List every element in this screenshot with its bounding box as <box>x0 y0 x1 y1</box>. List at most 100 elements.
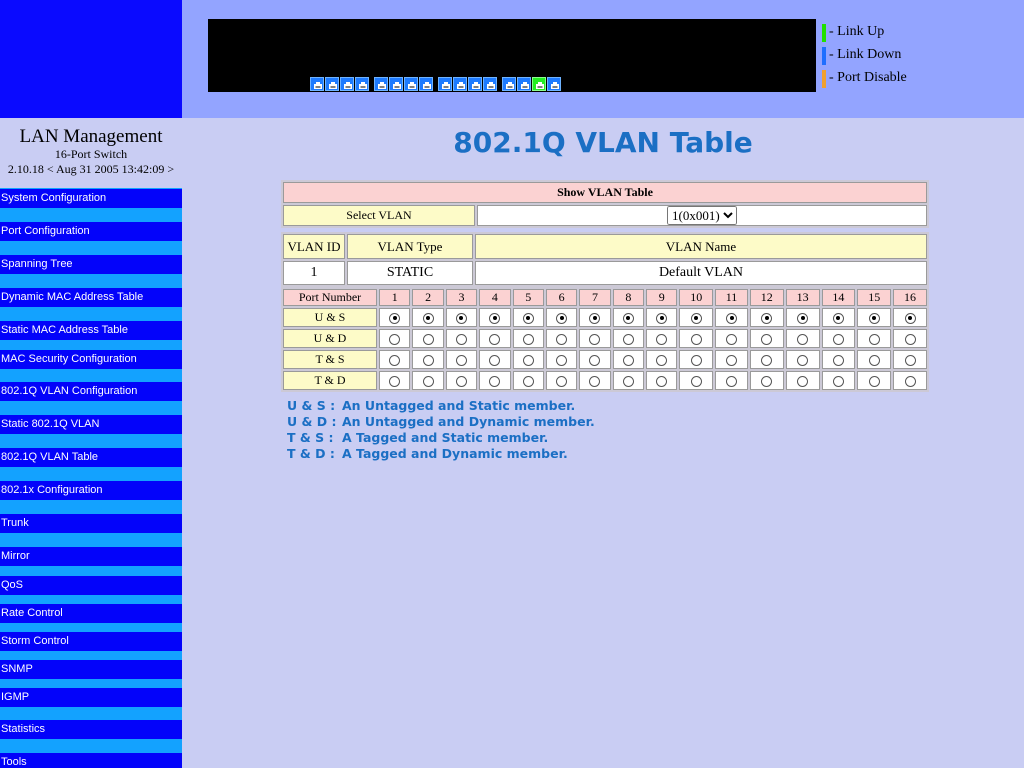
sidebar-item-tools[interactable]: Tools <box>0 753 182 768</box>
port-16-ud-radio[interactable] <box>904 333 916 345</box>
port-2-us-radio[interactable] <box>422 312 434 324</box>
port-13-ud-radio[interactable] <box>797 333 809 345</box>
port-7-td-radio[interactable] <box>589 375 601 387</box>
sidebar-item-qos[interactable]: QoS <box>0 576 182 595</box>
port-6-us-radio[interactable] <box>556 312 568 324</box>
sidebar-item-vlan-table[interactable]: 802.1Q VLAN Table <box>0 448 182 467</box>
port-13-ts-radio[interactable] <box>797 354 809 366</box>
port-15-ud-radio[interactable] <box>868 333 880 345</box>
sidebar-item-mirror[interactable]: Mirror <box>0 547 182 566</box>
port-14-icon[interactable] <box>517 77 531 91</box>
port-15-td-radio[interactable] <box>868 375 880 387</box>
port-2-ts-radio[interactable] <box>422 354 434 366</box>
port-1-ud-radio[interactable] <box>389 333 401 345</box>
port-5-us-radio[interactable] <box>522 312 534 324</box>
port-3-td-radio[interactable] <box>455 375 467 387</box>
port-13-td-radio[interactable] <box>797 375 809 387</box>
port-11-icon[interactable] <box>468 77 482 91</box>
port-8-ts-radio[interactable] <box>622 354 634 366</box>
sidebar-item-statistics[interactable]: Statistics <box>0 720 182 739</box>
sidebar-item-mac-security[interactable]: MAC Security Configuration <box>0 350 182 369</box>
port-15-ts-radio[interactable] <box>868 354 880 366</box>
port-10-icon[interactable] <box>453 77 467 91</box>
port-3-us-radio[interactable] <box>455 312 467 324</box>
port-14-ud-radio[interactable] <box>832 333 844 345</box>
port-9-ud-radio[interactable] <box>656 333 668 345</box>
port-6-ud-radio[interactable] <box>556 333 568 345</box>
port-1-icon[interactable] <box>310 77 324 91</box>
port-10-td-radio[interactable] <box>690 375 702 387</box>
port-14-us-radio[interactable] <box>832 312 844 324</box>
port-2-ud-radio[interactable] <box>422 333 434 345</box>
port-4-ud-radio[interactable] <box>489 333 501 345</box>
port-4-ts-radio[interactable] <box>489 354 501 366</box>
port-16-ts-radio[interactable] <box>904 354 916 366</box>
port-16-icon[interactable] <box>547 77 561 91</box>
sidebar-item-trunk[interactable]: Trunk <box>0 514 182 533</box>
port-12-us-radio[interactable] <box>761 312 773 324</box>
port-12-ud-radio[interactable] <box>761 333 773 345</box>
port-7-ud-radio[interactable] <box>589 333 601 345</box>
sidebar-item-igmp[interactable]: IGMP <box>0 688 182 707</box>
port-12-icon[interactable] <box>483 77 497 91</box>
port-5-ts-radio[interactable] <box>522 354 534 366</box>
port-10-ts-radio[interactable] <box>690 354 702 366</box>
port-7-ts-radio[interactable] <box>589 354 601 366</box>
port-7-icon[interactable] <box>404 77 418 91</box>
port-11-us-radio[interactable] <box>726 312 738 324</box>
port-6-ts-radio[interactable] <box>556 354 568 366</box>
port-12-ts-radio[interactable] <box>761 354 773 366</box>
port-1-ts-radio[interactable] <box>389 354 401 366</box>
sidebar-item-rate-control[interactable]: Rate Control <box>0 604 182 623</box>
port-4-td-radio[interactable] <box>489 375 501 387</box>
port-1-td-radio[interactable] <box>389 375 401 387</box>
port-7-us-radio[interactable] <box>589 312 601 324</box>
sidebar-item-port-configuration[interactable]: Port Configuration <box>0 222 182 241</box>
port-11-ts-radio[interactable] <box>726 354 738 366</box>
port-5-icon[interactable] <box>374 77 388 91</box>
port-15-us-radio[interactable] <box>868 312 880 324</box>
port-9-icon[interactable] <box>438 77 452 91</box>
port-2-td-radio[interactable] <box>422 375 434 387</box>
port-13-us-radio[interactable] <box>797 312 809 324</box>
port-1-us-radio[interactable] <box>389 312 401 324</box>
port-8-ud-radio[interactable] <box>622 333 634 345</box>
port-10-us-radio[interactable] <box>690 312 702 324</box>
port-5-td-radio[interactable] <box>522 375 534 387</box>
port-8-td-radio[interactable] <box>622 375 634 387</box>
port-11-ud-radio[interactable] <box>726 333 738 345</box>
vlan-select[interactable]: 1(0x001) <box>667 206 737 225</box>
port-8-us-radio[interactable] <box>622 312 634 324</box>
port-6-icon[interactable] <box>389 77 403 91</box>
port-9-us-radio[interactable] <box>656 312 668 324</box>
port-3-ts-radio[interactable] <box>455 354 467 366</box>
port-16-us-radio[interactable] <box>904 312 916 324</box>
port-9-td-radio[interactable] <box>656 375 668 387</box>
port-2-icon[interactable] <box>325 77 339 91</box>
port-8-icon[interactable] <box>419 77 433 91</box>
sidebar-item-spanning-tree[interactable]: Spanning Tree <box>0 255 182 274</box>
port-11-td-radio[interactable] <box>726 375 738 387</box>
port-4-icon[interactable] <box>355 77 369 91</box>
port-12-td-radio[interactable] <box>761 375 773 387</box>
sidebar-item-storm-control[interactable]: Storm Control <box>0 632 182 651</box>
port-3-icon[interactable] <box>340 77 354 91</box>
sidebar-item-snmp[interactable]: SNMP <box>0 660 182 679</box>
sidebar-item-system-configuration[interactable]: System Configuration <box>0 189 182 208</box>
sidebar-item-static-mac-table[interactable]: Static MAC Address Table <box>0 321 182 340</box>
sidebar-item-vlan-configuration[interactable]: 802.1Q VLAN Configuration <box>0 382 182 401</box>
port-15-icon[interactable] <box>532 77 546 91</box>
port-4-us-radio[interactable] <box>489 312 501 324</box>
port-13-icon[interactable] <box>502 77 516 91</box>
sidebar-item-dynamic-mac-table[interactable]: Dynamic MAC Address Table <box>0 288 182 307</box>
sidebar-item-static-vlan[interactable]: Static 802.1Q VLAN <box>0 415 182 434</box>
port-3-ud-radio[interactable] <box>455 333 467 345</box>
port-6-td-radio[interactable] <box>556 375 568 387</box>
port-5-ud-radio[interactable] <box>522 333 534 345</box>
port-9-ts-radio[interactable] <box>656 354 668 366</box>
port-10-ud-radio[interactable] <box>690 333 702 345</box>
sidebar-item-8021x-configuration[interactable]: 802.1x Configuration <box>0 481 182 500</box>
port-14-td-radio[interactable] <box>832 375 844 387</box>
port-14-ts-radio[interactable] <box>832 354 844 366</box>
port-16-td-radio[interactable] <box>904 375 916 387</box>
